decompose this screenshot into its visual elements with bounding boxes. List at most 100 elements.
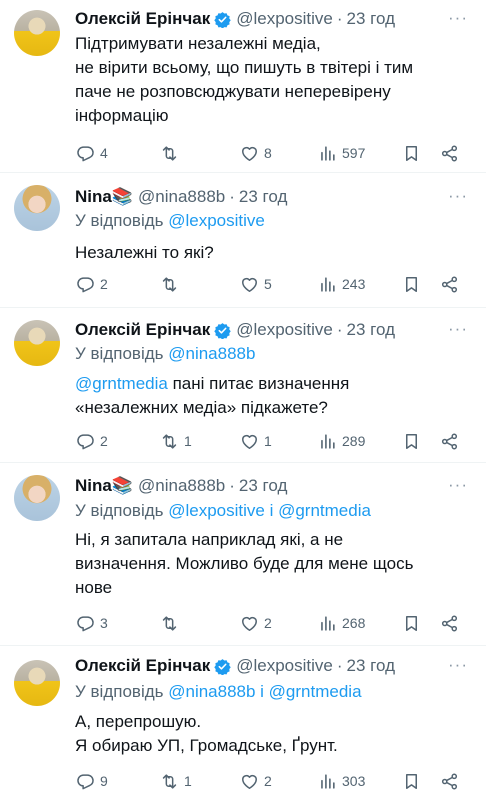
avatar[interactable] — [14, 320, 60, 366]
tweet-5[interactable]: Олексій Ерінчак @lexpositive · 23 год ··… — [0, 646, 486, 800]
reply-to-link[interactable]: @nina888b — [168, 344, 255, 363]
bookmark-button[interactable] — [402, 142, 421, 164]
retweet-icon — [160, 614, 179, 633]
views-icon — [318, 772, 337, 791]
bookmark-button[interactable] — [402, 273, 421, 295]
share-button[interactable] — [440, 273, 459, 295]
timestamp[interactable]: 23 год — [239, 476, 287, 496]
tweet-3[interactable]: Олексій Ерінчак @lexpositive · 23 год ··… — [0, 308, 486, 458]
timestamp[interactable]: 23 год — [347, 656, 395, 676]
tweet-text: Незалежні то які? — [75, 241, 470, 265]
bookmark-icon — [402, 614, 421, 633]
separator: · — [336, 656, 343, 675]
like-button[interactable]: 2 — [240, 770, 272, 792]
reply-button[interactable]: 4 — [76, 142, 108, 164]
tweet-text: Підтримувати незалежні медіа, не вірити … — [75, 32, 470, 128]
tweet-2[interactable]: Nina📚 @nina888b · 23 год ··· У відповідь… — [0, 173, 486, 313]
views-button[interactable]: 303 — [318, 770, 365, 792]
like-button[interactable]: 8 — [240, 142, 272, 164]
author-name[interactable]: Nina📚 — [75, 187, 133, 207]
verified-badge-icon — [214, 11, 231, 28]
author-handle[interactable]: @lexpositive — [236, 9, 333, 29]
author-name[interactable]: Олексій Ерінчак — [75, 9, 210, 29]
bookmark-button[interactable] — [402, 612, 421, 634]
avatar[interactable] — [14, 475, 60, 521]
share-button[interactable] — [440, 142, 459, 164]
timestamp[interactable]: 23 год — [347, 9, 395, 29]
views-count: 243 — [342, 276, 366, 292]
reply-icon — [76, 614, 95, 633]
share-icon — [440, 432, 459, 451]
bookmark-icon — [402, 275, 421, 294]
timestamp[interactable]: 23 год — [347, 320, 395, 340]
author-handle[interactable]: @nina888b — [138, 187, 225, 207]
views-button[interactable]: 268 — [318, 612, 365, 634]
verified-badge-icon — [214, 658, 231, 675]
tweet-text-line: «незалежних медіа» підкажете? — [75, 398, 328, 417]
more-icon[interactable]: ··· — [448, 319, 468, 339]
reply-button[interactable]: 2 — [76, 430, 108, 452]
share-button[interactable] — [440, 612, 459, 634]
retweet-icon — [160, 275, 179, 294]
retweet-button[interactable] — [160, 612, 184, 634]
author-handle[interactable]: @lexpositive — [236, 320, 333, 340]
more-icon[interactable]: ··· — [448, 186, 468, 206]
action-bar: 4 8 597 — [70, 142, 470, 164]
views-button[interactable]: 597 — [318, 142, 365, 164]
author-name[interactable]: Олексій Ерінчак — [75, 320, 210, 340]
views-count: 268 — [342, 615, 366, 631]
reply-context: У відповідь @nina888b і @grntmedia — [75, 682, 362, 702]
avatar[interactable] — [14, 10, 60, 56]
like-count: 2 — [264, 773, 272, 789]
reply-button[interactable]: 2 — [76, 273, 108, 295]
reply-icon — [76, 432, 95, 451]
retweet-button[interactable]: 1 — [160, 770, 192, 792]
like-button[interactable]: 2 — [240, 612, 272, 634]
retweet-button[interactable]: 1 — [160, 430, 192, 452]
bookmark-button[interactable] — [402, 770, 421, 792]
tweet-text-line: визначення. Можливо буде для мене щось — [75, 554, 414, 573]
reply-context: У відповідь @lexpositive — [75, 211, 265, 231]
views-button[interactable]: 243 — [318, 273, 365, 295]
heart-icon — [240, 144, 259, 163]
author-name[interactable]: Олексій Ерінчак — [75, 656, 210, 676]
reply-to-link[interactable]: @nina888b і @grntmedia — [168, 682, 361, 701]
retweet-button[interactable] — [160, 142, 184, 164]
avatar[interactable] — [14, 660, 60, 706]
views-count: 289 — [342, 433, 366, 449]
timestamp[interactable]: 23 год — [239, 187, 287, 207]
retweet-button[interactable] — [160, 273, 184, 295]
share-button[interactable] — [440, 430, 459, 452]
action-bar: 9 1 2 303 — [70, 770, 470, 792]
share-icon — [440, 275, 459, 294]
reply-prefix: У відповідь — [75, 501, 164, 520]
author-name[interactable]: Nina📚 — [75, 476, 133, 496]
tweet-4[interactable]: Nina📚 @nina888b · 23 год ··· У відповідь… — [0, 463, 486, 643]
more-icon[interactable]: ··· — [448, 475, 468, 495]
author-handle[interactable]: @lexpositive — [236, 656, 333, 676]
heart-icon — [240, 432, 259, 451]
views-count: 303 — [342, 773, 366, 789]
reply-to-link[interactable]: @lexpositive — [168, 211, 265, 230]
reply-to-link[interactable]: @lexpositive і @grntmedia — [168, 501, 371, 520]
author-handle[interactable]: @nina888b — [138, 476, 225, 496]
more-icon[interactable]: ··· — [448, 8, 468, 28]
mention-link[interactable]: @grntmedia — [75, 374, 168, 393]
avatar[interactable] — [14, 185, 60, 231]
tweet-header: Nina📚 @nina888b · 23 год — [75, 474, 466, 498]
action-bar: 2 1 1 289 — [70, 430, 470, 452]
like-button[interactable]: 1 — [240, 430, 272, 452]
views-button[interactable]: 289 — [318, 430, 365, 452]
tweet-header: Олексій Ерінчак @lexpositive · 23 год — [75, 654, 466, 678]
like-count: 5 — [264, 276, 272, 292]
bookmark-button[interactable] — [402, 430, 421, 452]
more-icon[interactable]: ··· — [448, 655, 468, 675]
tweet-text-line: не вірити всьому, що пишуть в твітері і … — [75, 58, 414, 77]
tweet-text: Ні, я запитала наприклад які, а не визна… — [75, 528, 470, 600]
share-button[interactable] — [440, 770, 459, 792]
tweet-1[interactable]: Олексій Ерінчак @lexpositive · 23 год ··… — [0, 0, 486, 170]
like-button[interactable]: 5 — [240, 273, 272, 295]
reply-button[interactable]: 3 — [76, 612, 108, 634]
reply-button[interactable]: 9 — [76, 770, 108, 792]
reply-icon — [76, 144, 95, 163]
